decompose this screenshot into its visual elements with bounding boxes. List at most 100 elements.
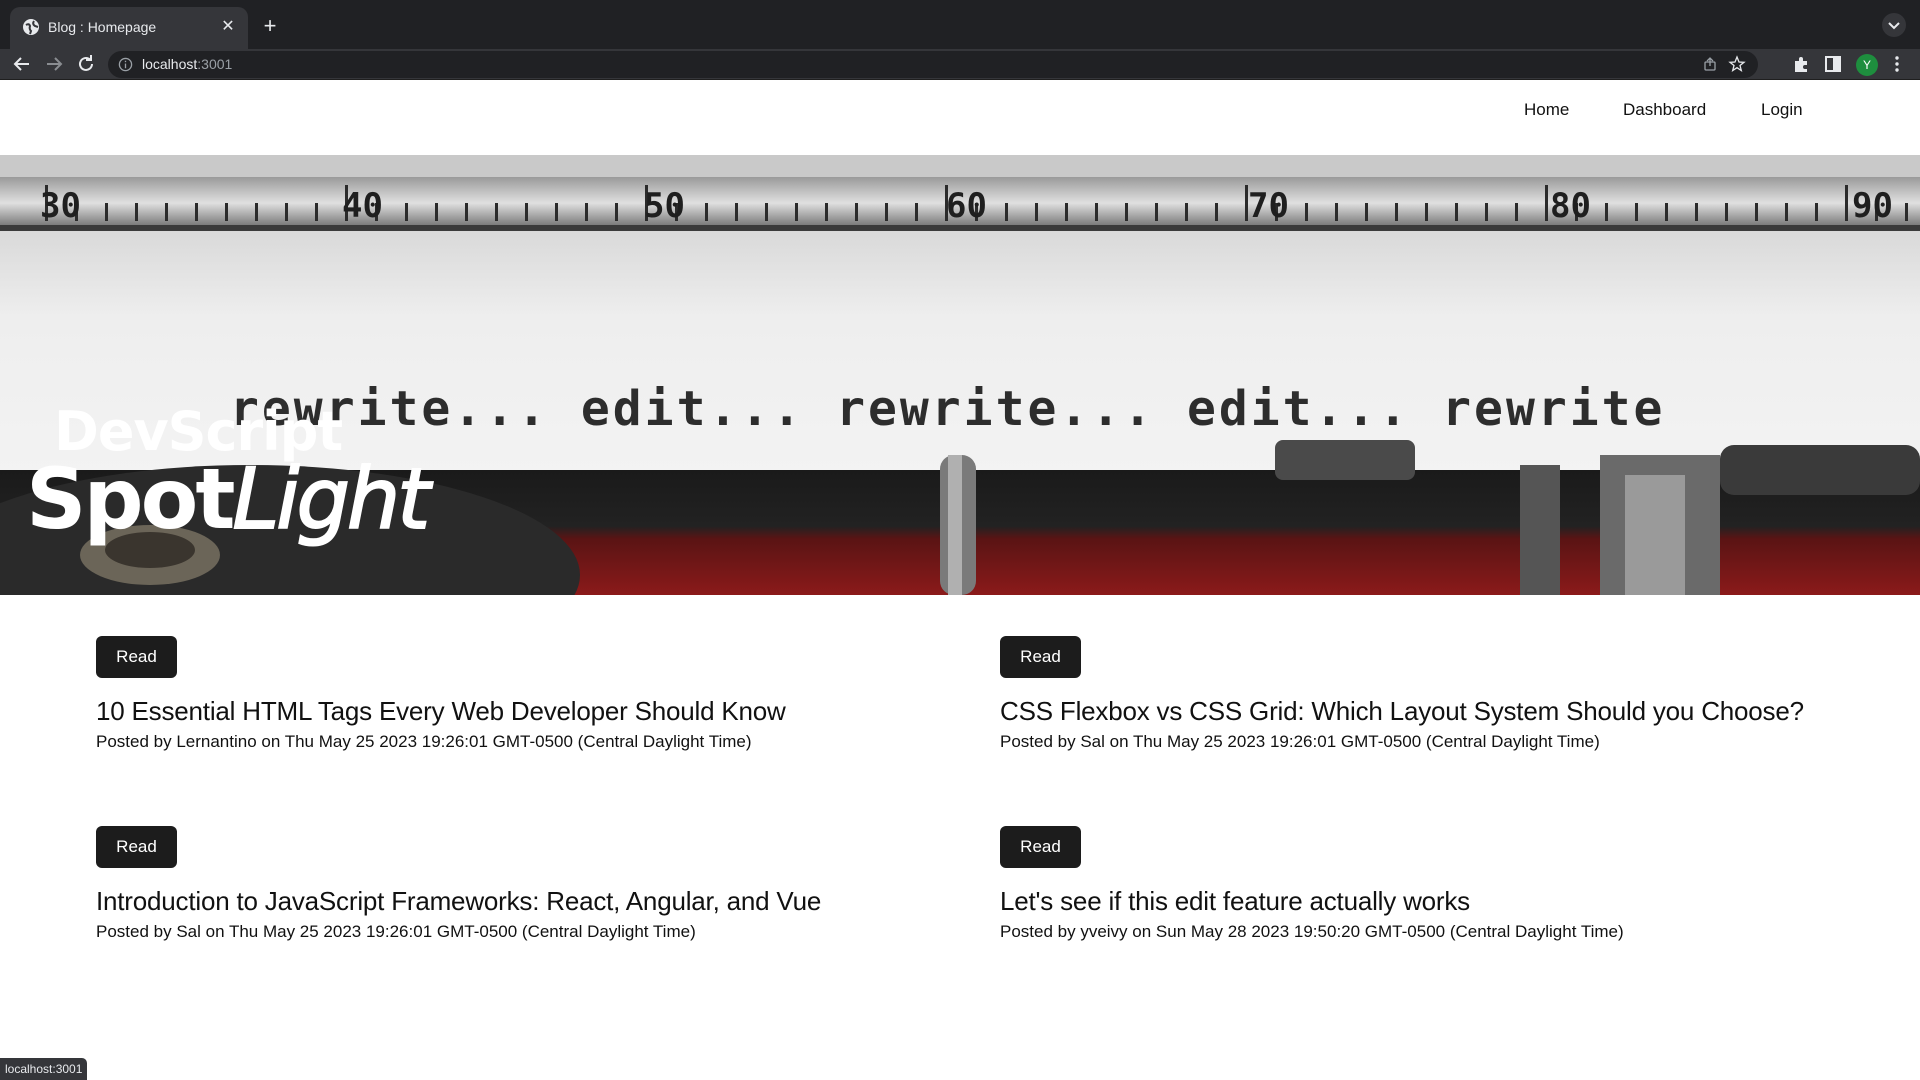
post-title[interactable]: CSS Flexbox vs CSS Grid: Which Layout Sy… <box>1000 696 1804 727</box>
typed-text: rewrite... edit... rewrite... edit... re… <box>230 381 1665 437</box>
ruler-tick <box>1215 203 1218 221</box>
post-meta: Posted by Sal on Thu May 25 2023 19:26:0… <box>96 922 696 941</box>
ruler-tick <box>555 203 558 221</box>
profile-avatar[interactable]: Y <box>1856 54 1878 76</box>
read-button[interactable]: Read <box>1000 826 1081 868</box>
share-icon[interactable] <box>1702 56 1718 72</box>
reload-icon[interactable] <box>74 52 98 76</box>
ruler-tick <box>1065 203 1068 221</box>
menu-kebab-icon[interactable] <box>1886 53 1908 75</box>
ruler-tick <box>255 203 258 221</box>
ruler-tick <box>1095 203 1098 221</box>
tab-search-button[interactable] <box>1882 13 1906 37</box>
ruler-number: 40 <box>342 186 383 226</box>
back-arrow-icon[interactable] <box>10 52 34 76</box>
ruler-tick <box>1395 203 1398 221</box>
new-tab-button[interactable]: + <box>256 13 284 41</box>
info-icon[interactable] <box>118 57 133 72</box>
ruler-tick <box>915 203 918 221</box>
globe-icon <box>23 19 39 35</box>
ruler-number: 50 <box>644 186 685 226</box>
ruler-tick <box>405 203 408 221</box>
ruler-tick <box>495 203 498 221</box>
ruler-tick <box>105 203 108 221</box>
nav-dashboard-link[interactable]: Dashboard <box>1623 100 1706 120</box>
ruler-tick <box>435 203 438 221</box>
ruler-tick <box>855 203 858 221</box>
side-panel-icon[interactable] <box>1822 53 1844 75</box>
ruler-tick <box>1425 203 1428 221</box>
post-title[interactable]: Let's see if this edit feature actually … <box>1000 886 1470 917</box>
ruler-tick <box>1605 203 1608 221</box>
url-host: localhost <box>142 56 198 72</box>
ruler-tick <box>1695 203 1698 221</box>
ruler-tick <box>1155 203 1158 221</box>
ruler-tick <box>525 203 528 221</box>
ruler-tick <box>135 203 138 221</box>
read-button[interactable]: Read <box>96 636 177 678</box>
read-button[interactable]: Read <box>1000 636 1081 678</box>
forward-arrow-icon[interactable] <box>42 52 66 76</box>
ruler-number: 80 <box>1550 186 1591 226</box>
ruler-tick <box>735 203 738 221</box>
ruler-tick <box>285 203 288 221</box>
ruler-tick <box>615 203 618 221</box>
extensions-puzzle-icon[interactable] <box>1790 53 1812 75</box>
ruler-tick <box>1005 203 1008 221</box>
ruler-tick <box>585 203 588 221</box>
page-content: Home Dashboard Login 30 40 50 60 70 80 9… <box>0 80 1920 1080</box>
address-bar[interactable]: localhost:3001 <box>108 51 1758 78</box>
ruler-tick <box>1845 185 1848 221</box>
post-meta: Posted by Sal on Thu May 25 2023 19:26:0… <box>1000 732 1600 751</box>
ruler-tick <box>465 203 468 221</box>
ruler-tick <box>1365 203 1368 221</box>
post-title[interactable]: Introduction to JavaScript Frameworks: R… <box>96 886 821 917</box>
ruler-tick <box>1035 203 1038 221</box>
tab-title: Blog : Homepage <box>48 19 157 35</box>
ruler-tick <box>1125 203 1128 221</box>
ruler-tick <box>1905 203 1908 221</box>
post-meta: Posted by Lernantino on Thu May 25 2023 … <box>96 732 752 751</box>
ruler-tick <box>1485 203 1488 221</box>
ruler-number: 70 <box>1248 186 1289 226</box>
chevron-down-icon <box>1888 22 1900 30</box>
nav-login-link[interactable]: Login <box>1761 100 1803 120</box>
brand-spot: Spot <box>26 450 235 548</box>
ruler-tick <box>1725 203 1728 221</box>
post-meta: Posted by yveivy on Sun May 28 2023 19:5… <box>1000 922 1624 941</box>
ruler-tick <box>1545 185 1548 221</box>
ruler-tick <box>1185 203 1188 221</box>
post-title[interactable]: 10 Essential HTML Tags Every Web Develop… <box>96 696 786 727</box>
ruler-tick <box>1305 203 1308 221</box>
url-text: localhost:3001 <box>142 56 232 72</box>
brand-spotlight: SpotLight <box>26 449 432 549</box>
ruler-tick <box>705 203 708 221</box>
hero-banner: 30 40 50 60 70 80 90 rewrite... edit... rewrit… <box>0 155 1920 595</box>
ruler-tick <box>315 203 318 221</box>
nav-home-link[interactable]: Home <box>1524 100 1569 120</box>
brand-light: Light <box>232 449 432 549</box>
ruler-tick <box>1455 203 1458 221</box>
ruler-tick <box>1515 203 1518 221</box>
read-button[interactable]: Read <box>96 826 177 868</box>
ruler-tick <box>195 203 198 221</box>
close-icon[interactable]: ✕ <box>218 17 238 37</box>
browser-tab[interactable]: Blog : Homepage ✕ <box>10 7 248 49</box>
ruler-number: 60 <box>946 186 987 226</box>
url-port: :3001 <box>197 56 233 72</box>
ruler-tick <box>1815 203 1818 221</box>
ruler-tick <box>225 203 228 221</box>
browser-toolbar: localhost:3001 Y <box>0 49 1920 80</box>
status-url-bubble: localhost:3001 <box>0 1058 88 1080</box>
ruler-tick <box>1335 203 1338 221</box>
ruler-tick <box>765 203 768 221</box>
ruler-tick <box>1755 203 1758 221</box>
ruler-tick <box>165 203 168 221</box>
bookmark-star-icon[interactable] <box>1728 55 1746 73</box>
ruler-tick <box>1635 203 1638 221</box>
ruler-tick <box>1785 203 1788 221</box>
ruler-number: 30 <box>40 186 81 226</box>
ruler-tick <box>1665 203 1668 221</box>
site-navbar: Home Dashboard Login <box>0 80 1920 155</box>
ruler-tick <box>825 203 828 221</box>
